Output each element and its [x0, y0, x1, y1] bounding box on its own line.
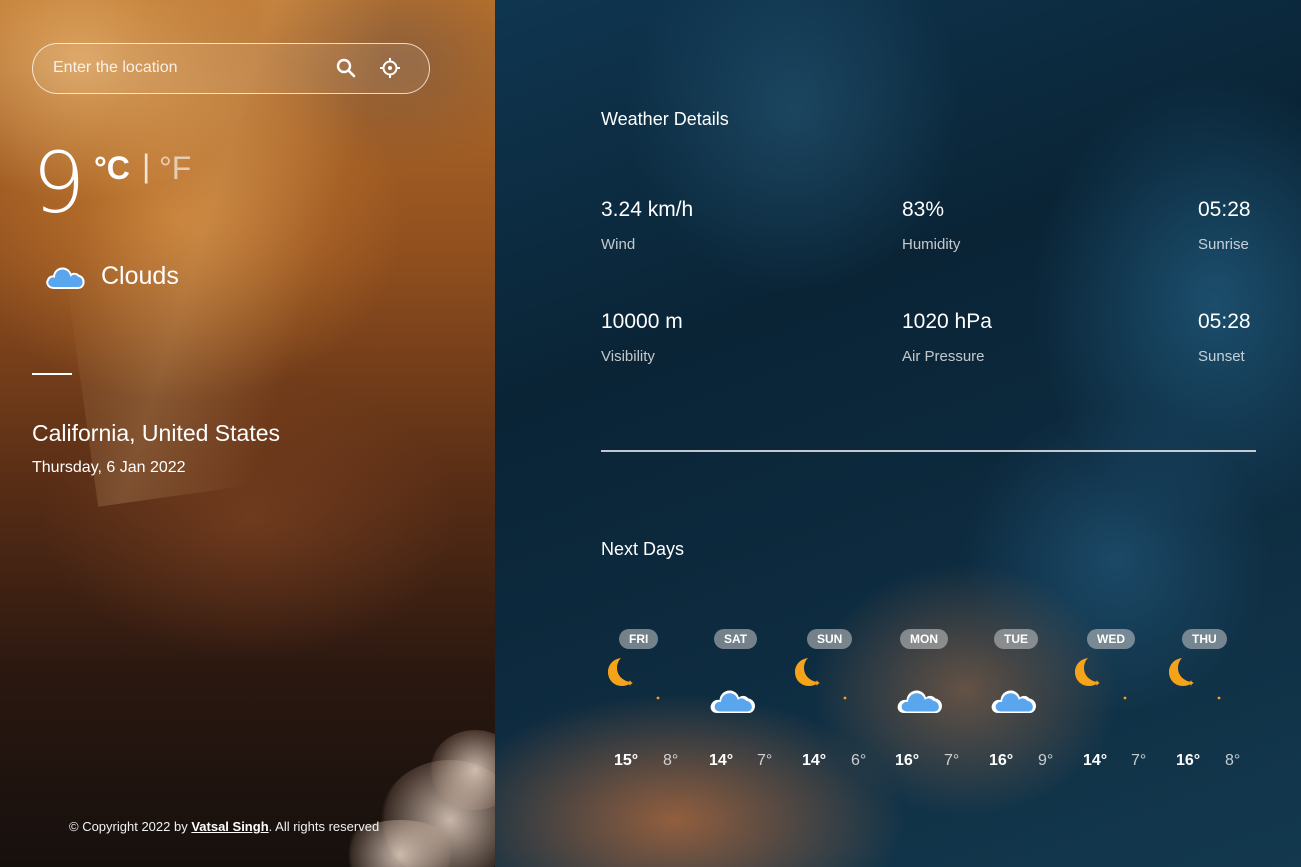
visibility-label: Visibility	[601, 348, 655, 365]
search-icon[interactable]	[335, 57, 357, 79]
forecast-day-label: FRI	[619, 629, 659, 649]
humidity-label: Humidity	[902, 236, 961, 253]
forecast-day-label: MON	[900, 629, 948, 649]
current-date: Thursday, 6 Jan 2022	[32, 459, 186, 476]
wind-value: 3.24 km/h	[601, 198, 694, 221]
forecast-max-temp: 14°	[709, 752, 734, 769]
air-pressure-label: Air Pressure	[902, 348, 985, 365]
forecast-min-temp: 7°	[944, 752, 960, 769]
moon-icon	[605, 656, 665, 707]
forecast-day-label: THU	[1182, 629, 1227, 649]
weather-details-title: Weather Details	[601, 109, 729, 129]
forecast-min-temp: 9°	[1038, 752, 1054, 769]
forecast-min-temp: 6°	[851, 752, 867, 769]
forecast-min-temp: 8°	[1225, 752, 1241, 769]
sunset-value: 05:28	[1198, 310, 1251, 333]
location-name: California, United States	[32, 420, 281, 446]
unit-separator: |	[142, 148, 151, 184]
sunrise-value: 05:28	[1198, 198, 1251, 221]
forecast-max-temp: 16°	[895, 752, 920, 769]
forecast-min-temp: 8°	[663, 752, 679, 769]
forecast-day-label: SAT	[714, 629, 758, 649]
forecast-max-temp: 15°	[614, 752, 639, 769]
air-pressure-value: 1020 hPa	[902, 310, 992, 333]
forecast-min-temp: 7°	[1131, 752, 1147, 769]
copyright-footer: © Copyright 2022 by Vatsal Singh. All ri…	[69, 819, 379, 834]
cloud-icon	[45, 262, 85, 290]
forecast-max-temp: 16°	[1176, 752, 1201, 769]
moon-icon	[1072, 656, 1132, 707]
weather-condition: Clouds	[101, 262, 179, 290]
forecast-min-temp: 7°	[757, 752, 773, 769]
forecast-day-label: WED	[1087, 629, 1135, 649]
divider	[601, 450, 1256, 452]
sunset-label: Sunset	[1198, 348, 1245, 365]
forecast-day-label: SUN	[807, 629, 853, 649]
wind-label: Wind	[601, 236, 636, 253]
moon-icon	[792, 656, 852, 707]
copyright-suffix: . All rights reserved	[268, 819, 380, 834]
cloud-icon	[896, 681, 948, 720]
forecast-day-label: TUE	[994, 629, 1038, 649]
next-days-title: Next Days	[601, 539, 685, 559]
author-link[interactable]: Vatsal Singh	[191, 819, 268, 834]
details-panel: Weather Details 3.24 km/h Wind 83% Humid…	[495, 0, 1301, 867]
locate-icon[interactable]	[379, 57, 401, 79]
divider	[32, 373, 72, 375]
current-temperature: 9	[32, 134, 85, 232]
copyright-prefix: © Copyright 2022 by	[69, 819, 192, 834]
current-weather-panel: 9 °C | °F Clouds California, United Stat…	[0, 0, 495, 867]
fahrenheit-toggle[interactable]: °F	[159, 150, 191, 187]
forecast-max-temp: 16°	[989, 752, 1014, 769]
moon-icon	[1166, 656, 1226, 707]
forecast-max-temp: 14°	[802, 752, 827, 769]
location-search-input[interactable]	[53, 44, 323, 92]
cloud-icon	[990, 681, 1042, 720]
celsius-toggle[interactable]: °C	[94, 150, 130, 187]
forecast-max-temp: 14°	[1083, 752, 1108, 769]
humidity-value: 83%	[902, 198, 945, 221]
search-bar	[32, 43, 430, 94]
cloud-icon	[709, 681, 761, 720]
sunrise-label: Sunrise	[1198, 236, 1249, 253]
visibility-value: 10000 m	[601, 310, 683, 333]
